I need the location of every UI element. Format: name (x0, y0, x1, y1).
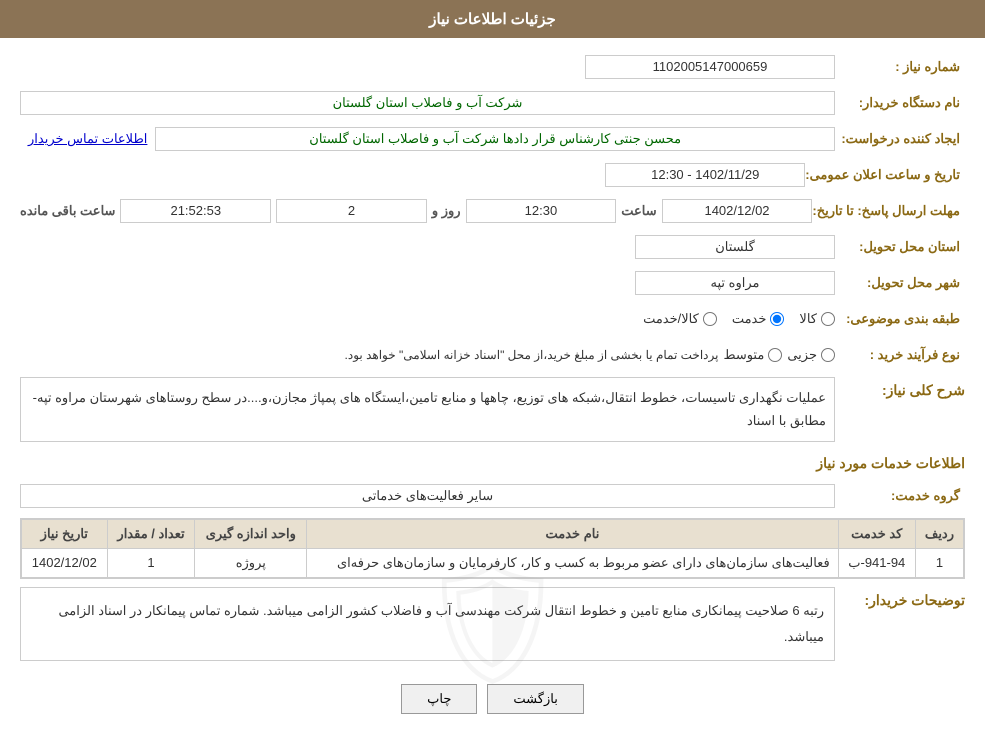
category-radio-goods[interactable] (821, 312, 835, 326)
reply-days-label: روز و (432, 203, 461, 219)
buyer-org-label: نام دستگاه خریدار: (835, 95, 965, 111)
service-group-value: سایر فعالیت‌های خدماتی (20, 484, 835, 508)
bottom-buttons: بازگشت چاپ (20, 669, 965, 729)
province-label: استان محل تحویل: (835, 239, 965, 255)
province-value: گلستان (635, 235, 835, 259)
reply-days-value: 2 (276, 199, 427, 223)
cell-date: 1402/12/02 (22, 548, 108, 577)
col-unit: واحد اندازه گیری (195, 519, 307, 548)
category-label-both: کالا/خدمت (643, 311, 699, 327)
buyer-org-value: شرکت آب و فاصلاب استان گلستان (20, 91, 835, 115)
service-group-label: گروه خدمت: (835, 488, 965, 504)
process-label-medium: متوسط (723, 347, 764, 363)
process-note: پرداخت تمام یا بخشی از مبلغ خرید،از محل … (345, 348, 719, 362)
back-button[interactable]: بازگشت (487, 684, 583, 714)
reply-time-value: 12:30 (466, 199, 617, 223)
process-label-partial: جزیی (787, 347, 817, 363)
table-row: 1 941-94-ب فعالیت‌های سازمان‌های دارای ع… (22, 548, 964, 577)
category-label-goods: کالا (799, 311, 817, 327)
process-option-medium[interactable]: متوسط (723, 347, 782, 363)
category-radio-service[interactable] (770, 312, 784, 326)
cell-row-num: 1 (915, 548, 963, 577)
service-info-title: اطلاعات خدمات مورد نیاز (20, 450, 965, 477)
reply-remaining-label: ساعت باقی مانده (20, 203, 115, 219)
public-announce-value: 1402/11/29 - 12:30 (605, 163, 805, 187)
process-option-partial[interactable]: جزیی (787, 347, 835, 363)
need-description-label: شرح کلی نیاز: (835, 377, 965, 404)
category-option-both[interactable]: کالا/خدمت (643, 311, 717, 327)
col-service-code: کد خدمت (838, 519, 915, 548)
col-row-num: ردیف (915, 519, 963, 548)
col-quantity: تعداد / مقدار (107, 519, 195, 548)
category-radio-group: کالا خدمت کالا/خدمت (20, 311, 835, 327)
need-description-value: عملیات نگهداری تاسیسات، خطوط انتقال،شبکه… (20, 377, 835, 442)
category-option-service[interactable]: خدمت (732, 311, 785, 327)
reply-date-value: 1402/12/02 (662, 199, 813, 223)
print-button[interactable]: چاپ (401, 684, 477, 714)
buyer-notes-label: توضیحات خریدار: (835, 587, 965, 614)
need-number-label: شماره نیاز : (835, 59, 965, 75)
cell-service-code: 941-94-ب (838, 548, 915, 577)
col-date: تاریخ نیاز (22, 519, 108, 548)
services-table: ردیف کد خدمت نام خدمت واحد اندازه گیری ت… (20, 518, 965, 579)
requester-label: ایجاد کننده درخواست: (835, 131, 965, 147)
buyer-notes-value: رتبه 6 صلاحیت پیمانکاری منابع تامین و خط… (20, 587, 835, 661)
category-option-goods[interactable]: کالا (799, 311, 835, 327)
category-label: طبقه بندی موضوعی: (835, 311, 965, 327)
process-radio-partial[interactable] (821, 348, 835, 362)
city-value: مراوه تپه (635, 271, 835, 295)
cell-service-name: فعالیت‌های سازمان‌های دارای عضو مربوط به… (307, 548, 838, 577)
public-announce-label: تاریخ و ساعت اعلان عمومی: (805, 167, 965, 183)
col-service-name: نام خدمت (307, 519, 838, 548)
category-label-service: خدمت (732, 311, 767, 327)
page-title: جزئیات اطلاعات نیاز (0, 0, 985, 38)
reply-remaining-value: 21:52:53 (120, 199, 271, 223)
category-radio-both[interactable] (703, 312, 717, 326)
process-label: نوع فرآیند خرید : (835, 347, 965, 363)
need-number-value: 1102005147000659 (585, 55, 835, 79)
reply-deadline-label: مهلت ارسال پاسخ: تا تاریخ: (812, 203, 965, 219)
requester-value: محسن جنتی کارشناس قرار دادها شرکت آب و ف… (155, 127, 835, 151)
process-row: جزیی متوسط پرداخت تمام یا بخشی از مبلغ خ… (20, 347, 835, 363)
cell-unit: پروژه (195, 548, 307, 577)
cell-quantity: 1 (107, 548, 195, 577)
buyer-notes-text: رتبه 6 صلاحیت پیمانکاری منابع تامین و خط… (31, 598, 824, 650)
city-label: شهر محل تحویل: (835, 275, 965, 291)
reply-time-label: ساعت (621, 203, 656, 219)
process-radio-medium[interactable] (768, 348, 782, 362)
requester-contact-link[interactable]: اطلاعات تماس خریدار (20, 131, 155, 147)
